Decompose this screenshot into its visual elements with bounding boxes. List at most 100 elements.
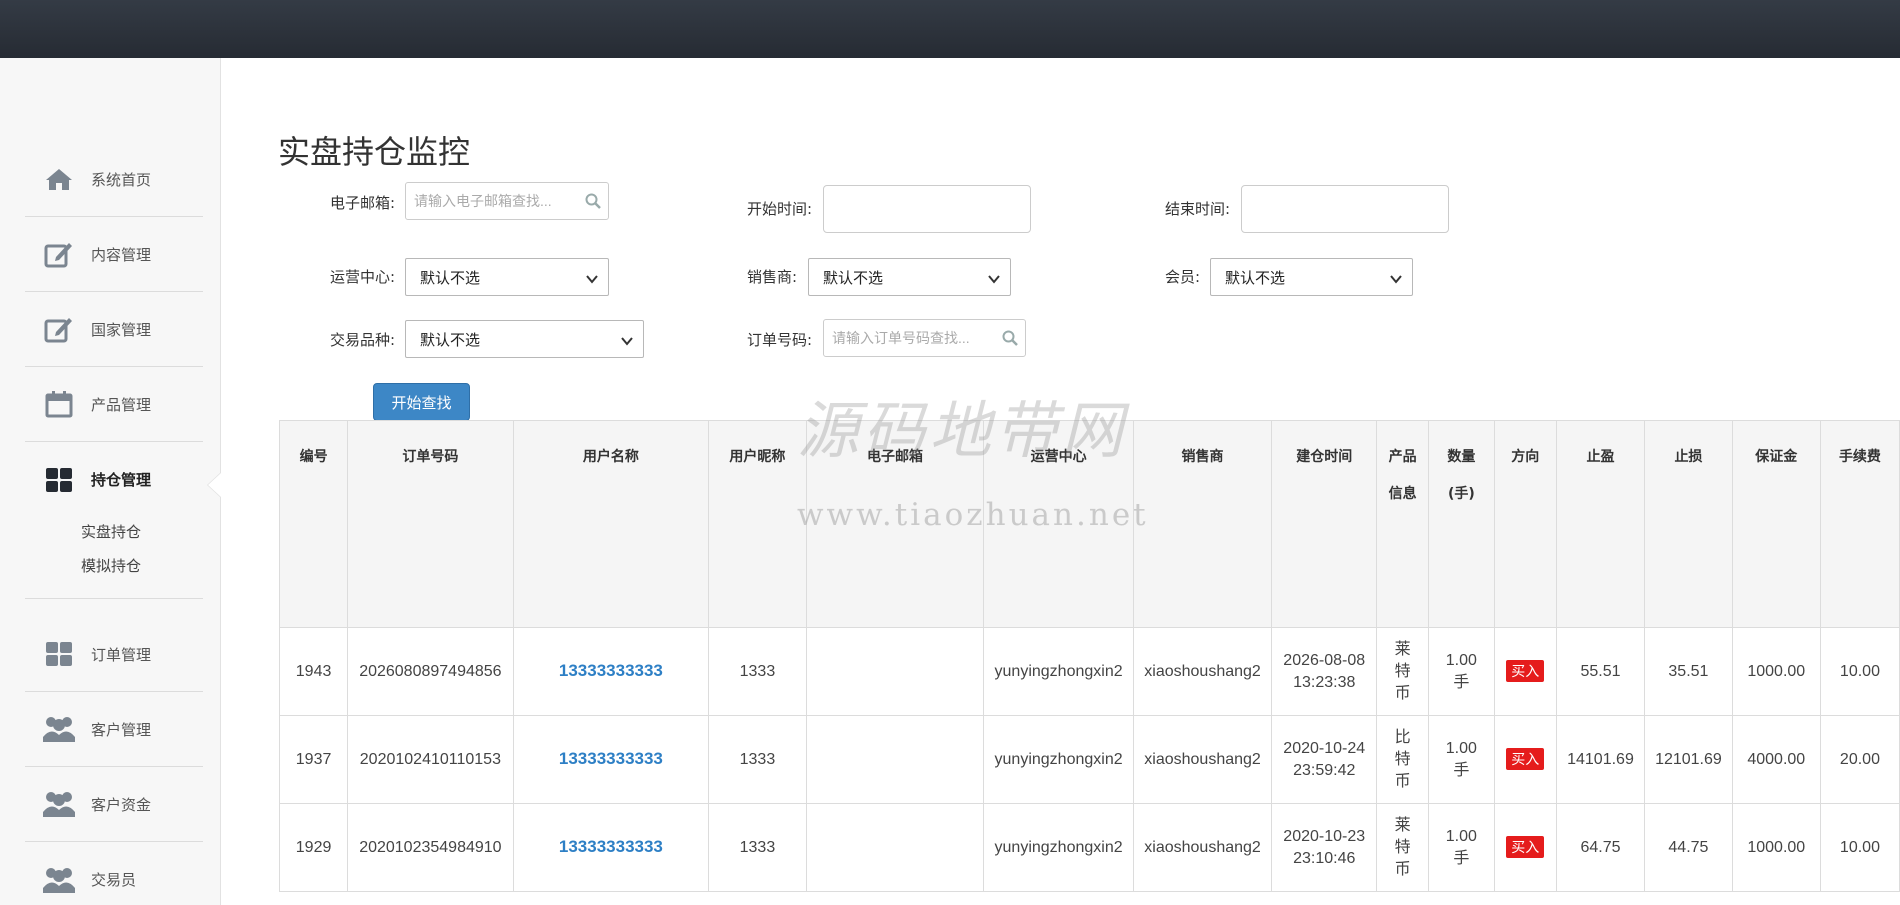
quantity-value: 1.00 — [1445, 827, 1477, 845]
home-icon — [43, 163, 75, 195]
quantity-value: 1.00 — [1445, 651, 1477, 669]
quantity-unit: 手 — [1453, 849, 1470, 867]
sidebar-item-orders[interactable]: 订单管理 — [25, 617, 203, 692]
cell-email — [805, 715, 985, 804]
top-bar — [0, 0, 1900, 58]
sidebar-item-positions[interactable]: 持仓管理 — [25, 442, 203, 517]
open-clock: 23:10:46 — [1293, 849, 1356, 867]
operation-center-select[interactable]: 默认不选 — [405, 258, 609, 296]
dashboard-icon — [43, 464, 75, 496]
cell-nickname: 1333 — [708, 715, 807, 804]
table-row: 1937 2020102410110153 13333333333 1333 y… — [278, 715, 1900, 804]
cell-open-time: 2020-10-23 23:10:46 — [1271, 803, 1378, 892]
sidebar-item-label: 交易员 — [91, 871, 137, 889]
sidebar-item-home[interactable]: 系统首页 — [25, 142, 203, 217]
cell-seller: xiaoshoushang2 — [1132, 715, 1273, 804]
email-search-box — [405, 182, 609, 220]
sidebar-divider — [25, 598, 203, 599]
cell-fee: 10.00 — [1819, 803, 1900, 892]
users-icon — [43, 713, 75, 745]
cell-id: 1943 — [278, 627, 349, 716]
users-icon — [43, 864, 75, 896]
sidebar-item-customers[interactable]: 客户管理 — [25, 692, 203, 767]
email-search-input[interactable] — [414, 193, 578, 209]
operation-center-label: 运营中心: — [330, 268, 396, 286]
col-header-operation-center: 运营中心 — [983, 420, 1134, 628]
sidebar-item-country[interactable]: 国家管理 — [25, 292, 203, 367]
buy-badge: 买入 — [1506, 748, 1545, 770]
col-header-seller: 销售商 — [1132, 420, 1273, 628]
sidebar-item-product[interactable]: 产品管理 — [25, 367, 203, 442]
cell-open-time: 2026-08-08 13:23:38 — [1271, 627, 1378, 716]
col-header-stop-loss: 止损 — [1644, 420, 1733, 628]
cell-stop-loss: 35.51 — [1644, 627, 1733, 716]
cell-stop-loss: 44.75 — [1644, 803, 1733, 892]
buy-badge: 买入 — [1506, 660, 1545, 682]
user-link[interactable]: 13333333333 — [559, 837, 663, 856]
user-link[interactable]: 13333333333 — [559, 661, 663, 680]
col-header-username: 用户名称 — [512, 420, 710, 628]
cell-stop-loss: 12101.69 — [1644, 715, 1733, 804]
table-header-row: 编号 订单号码 用户名称 用户昵称 电子邮箱 运营中心 销售商 建仓时间 产品信… — [278, 420, 1900, 628]
order-search-input[interactable] — [832, 330, 995, 346]
cell-nickname: 1333 — [708, 627, 807, 716]
cell-order: 2020102410110153 — [347, 715, 514, 804]
user-link[interactable]: 13333333333 — [559, 749, 663, 768]
product-type-select[interactable]: 默认不选 — [405, 320, 644, 358]
subnav-live-positions[interactable]: 实盘持仓 — [81, 521, 141, 542]
member-select[interactable]: 默认不选 — [1210, 258, 1413, 296]
sidebar-item-label: 产品管理 — [91, 395, 152, 414]
col-header-nickname: 用户昵称 — [708, 420, 807, 628]
active-indicator-fill — [208, 473, 221, 497]
quantity-value: 1.00 — [1445, 739, 1477, 757]
order-number-label: 订单号码: — [747, 331, 813, 349]
seller-select[interactable]: 默认不选 — [808, 258, 1011, 296]
seller-value: 默认不选 — [823, 268, 884, 287]
seller-label: 销售商: — [747, 268, 798, 286]
edit-icon — [43, 238, 75, 270]
product-type-value: 默认不选 — [420, 330, 481, 349]
col-header-product: 产品信息 — [1376, 420, 1429, 628]
end-time-input[interactable] — [1242, 186, 1448, 232]
chevron-down-icon — [1390, 271, 1402, 289]
calendar-icon — [43, 388, 75, 420]
table-row: 1943 2026080897494856 13333333333 1333 y… — [278, 627, 1900, 716]
start-time-field[interactable] — [823, 185, 1031, 233]
subnav-demo-positions[interactable]: 模拟持仓 — [81, 555, 141, 576]
sidebar-item-label: 持仓管理 — [91, 471, 152, 489]
sidebar-item-label: 订单管理 — [91, 645, 152, 664]
cell-operation-center: yunyingzhongxin2 — [983, 715, 1134, 804]
cell-operation-center: yunyingzhongxin2 — [983, 627, 1134, 716]
cell-product: 莱特币 — [1376, 803, 1429, 892]
start-time-label: 开始时间: — [747, 200, 813, 218]
sidebar-item-traders[interactable]: 交易员 — [25, 842, 203, 905]
sidebar-item-label: 国家管理 — [91, 320, 152, 339]
open-date: 2020-10-23 — [1283, 827, 1366, 845]
cell-direction: 买入 — [1493, 715, 1557, 804]
start-search-button[interactable]: 开始查找 — [373, 383, 470, 421]
cell-email — [805, 627, 985, 716]
cell-quantity: 1.00 手 — [1427, 803, 1495, 892]
cell-email — [805, 803, 985, 892]
cell-take-profit: 55.51 — [1555, 627, 1646, 716]
start-time-input[interactable] — [824, 186, 1030, 232]
col-header-open-time: 建仓时间 — [1271, 420, 1378, 628]
end-time-field[interactable] — [1241, 185, 1449, 233]
cell-open-time: 2020-10-24 23:59:42 — [1271, 715, 1378, 804]
member-value: 默认不选 — [1225, 268, 1286, 287]
sidebar-item-customer-funds[interactable]: 客户资金 — [25, 767, 203, 842]
sidebar-item-label: 客户资金 — [91, 795, 152, 814]
search-icon[interactable] — [578, 193, 608, 209]
table-row: 1929 2020102354984910 13333333333 1333 y… — [278, 803, 1900, 892]
product-type-label: 交易品种: — [330, 331, 396, 349]
cell-nickname: 1333 — [708, 803, 807, 892]
page-title: 实盘持仓监控 — [278, 133, 471, 171]
dashboard-icon — [43, 638, 75, 670]
cell-quantity: 1.00 手 — [1427, 715, 1495, 804]
sidebar-item-content[interactable]: 内容管理 — [25, 217, 203, 292]
order-search-box — [823, 319, 1026, 357]
users-icon — [43, 788, 75, 820]
cell-fee: 10.00 — [1819, 627, 1900, 716]
search-icon[interactable] — [995, 330, 1025, 346]
operation-center-value: 默认不选 — [420, 268, 481, 287]
